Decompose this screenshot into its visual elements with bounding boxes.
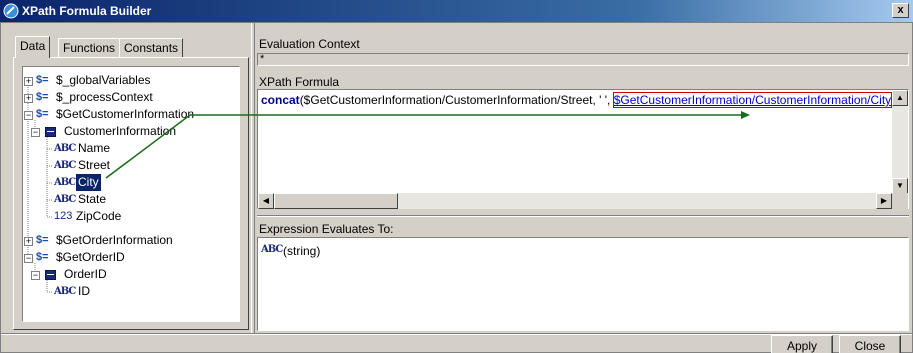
title-bar: XPath Formula Builder x — [0, 0, 913, 22]
section-separator — [257, 215, 909, 217]
apply-button[interactable]: Apply — [771, 335, 833, 353]
string-icon: ABC — [54, 160, 76, 171]
tree-node-id[interactable]: ABC ID — [54, 283, 92, 300]
data-panel: Data Functions Constants + $= $_globalVa… — [13, 32, 249, 330]
scroll-down-button[interactable]: ▼ — [892, 178, 908, 194]
tree-node-city[interactable]: ABC City — [54, 173, 102, 192]
formula-text: concat($GetCustomerInformation/CustomerI… — [261, 92, 895, 108]
tree-node-customerinformation[interactable]: CustomerInformation — [45, 123, 178, 140]
formula-function: concat — [261, 93, 300, 107]
variable-icon: $= — [36, 234, 49, 246]
scroll-left-button[interactable]: ◀ — [258, 193, 274, 209]
string-icon: ABC — [54, 177, 76, 188]
close-button[interactable]: Close — [839, 335, 901, 353]
tree-node-zipcode[interactable]: 123 ZipCode — [54, 208, 123, 225]
integer-icon: 123 — [54, 210, 73, 222]
horizontal-scrollbar[interactable]: ◀ ▶ — [258, 193, 892, 209]
tree-node-globalvariables[interactable]: $= $_globalVariables — [36, 72, 153, 89]
result-label: Expression Evaluates To: — [259, 222, 394, 236]
panel-splitter[interactable] — [251, 23, 255, 333]
variable-icon: $= — [36, 91, 49, 103]
formula-highlighted-path: $GetCustomerInformation/CustomerInformat… — [612, 92, 893, 108]
string-icon: ABC — [54, 286, 76, 297]
tree-node-state[interactable]: ABC State — [54, 191, 108, 208]
selected-node-label: City — [75, 173, 102, 192]
data-tree[interactable]: + $= $_globalVariables + $= $_processConte… — [22, 66, 240, 322]
result-value: (string) — [283, 244, 321, 258]
tree-node-street[interactable]: ABC Street — [54, 157, 112, 174]
vertical-scrollbar[interactable]: ▲ ▼ — [892, 90, 908, 194]
scroll-up-button[interactable]: ▲ — [892, 90, 908, 106]
result-row: ABC(string) — [261, 244, 320, 258]
formula-args: ($GetCustomerInformation/CustomerInforma… — [299, 93, 614, 107]
window-close-button[interactable]: x — [892, 3, 909, 18]
tree-node-processcontext[interactable]: $= $_processContext — [36, 89, 155, 106]
tab-data[interactable]: Data — [15, 36, 51, 58]
tree-node-orderid[interactable]: OrderID — [45, 266, 109, 283]
tree-node-getorderinformation[interactable]: $= $GetOrderInformation — [36, 232, 175, 249]
scrollbar-corner — [892, 193, 908, 209]
tree-node-getorderid[interactable]: $= $GetOrderID — [36, 249, 127, 266]
string-icon: ABC — [261, 244, 283, 255]
variable-icon: $= — [36, 74, 49, 86]
collapse-icon[interactable]: − — [24, 111, 33, 120]
string-icon: ABC — [54, 143, 76, 154]
tab-functions[interactable]: Functions — [58, 38, 121, 58]
evaluation-context-field[interactable]: * — [257, 53, 909, 66]
xpath-formula-editor[interactable]: concat($GetCustomerInformation/CustomerI… — [257, 89, 909, 209]
app-icon — [3, 3, 19, 19]
expand-icon[interactable]: + — [24, 77, 33, 86]
result-display: ABC(string) — [257, 237, 909, 331]
string-icon: ABC — [54, 194, 76, 205]
horizontal-scroll-thumb[interactable] — [274, 193, 398, 209]
xpath-formula-label: XPath Formula — [259, 75, 340, 89]
dialog-body: Data Functions Constants + $= $_globalVa… — [0, 22, 913, 353]
complex-element-icon — [45, 270, 56, 280]
collapse-icon[interactable]: − — [31, 271, 40, 280]
expand-icon[interactable]: + — [24, 94, 33, 103]
variable-icon: $= — [36, 251, 49, 263]
window-title: XPath Formula Builder — [22, 4, 152, 18]
tree-node-getcustomerinformation[interactable]: $= $GetCustomerInformation — [36, 106, 196, 123]
evaluation-context-label: Evaluation Context — [259, 37, 360, 51]
tab-constants[interactable]: Constants — [119, 38, 184, 58]
tree-node-name[interactable]: ABC Name — [54, 140, 112, 157]
collapse-icon[interactable]: − — [31, 128, 40, 137]
scroll-right-button[interactable]: ▶ — [876, 193, 892, 209]
expand-icon[interactable]: + — [24, 237, 33, 246]
complex-element-icon — [45, 127, 56, 137]
tab-content: + $= $_globalVariables + $= $_processConte… — [13, 57, 249, 330]
collapse-icon[interactable]: − — [24, 254, 33, 263]
variable-icon: $= — [36, 108, 49, 120]
